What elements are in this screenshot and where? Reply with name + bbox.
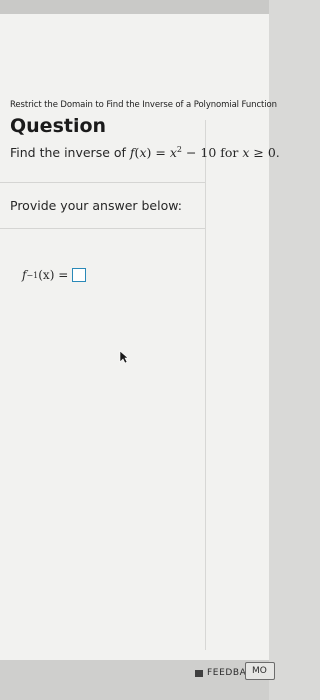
variable: x bbox=[139, 145, 147, 161]
feedback-icon bbox=[195, 669, 203, 677]
question-text: Find the inverse of f(x) = x2 − 10 for x… bbox=[10, 145, 280, 160]
question-page bbox=[0, 14, 269, 662]
more-label: MO bbox=[252, 666, 267, 676]
photo-bottom-edge bbox=[0, 660, 269, 700]
panel-border bbox=[205, 120, 206, 650]
more-button[interactable]: MO bbox=[245, 662, 275, 680]
paren-close-equals: ) = bbox=[146, 145, 170, 161]
expression-rest: − 10 for bbox=[181, 145, 243, 161]
mouse-cursor-icon bbox=[119, 350, 129, 364]
breadcrumb: Restrict the Domain to Find the Inverse … bbox=[10, 100, 277, 110]
photo-top-edge bbox=[0, 0, 269, 14]
inverse-exponent: −1 bbox=[26, 270, 39, 280]
question-prefix: Find the inverse of bbox=[10, 145, 130, 161]
divider bbox=[0, 228, 205, 229]
variable-squared: x bbox=[169, 145, 177, 161]
answer-input[interactable] bbox=[72, 268, 87, 282]
answer-row: f −1 (x) = bbox=[22, 268, 87, 282]
answer-argument: (x) = bbox=[38, 268, 69, 282]
page-title: Question bbox=[10, 115, 107, 137]
instruction-text: Provide your answer below: bbox=[10, 198, 182, 213]
domain-condition: ≥ 0. bbox=[249, 145, 280, 161]
function-expression: f(x) = x2 − 10 for x ≥ 0. bbox=[130, 145, 280, 160]
divider bbox=[0, 182, 205, 183]
